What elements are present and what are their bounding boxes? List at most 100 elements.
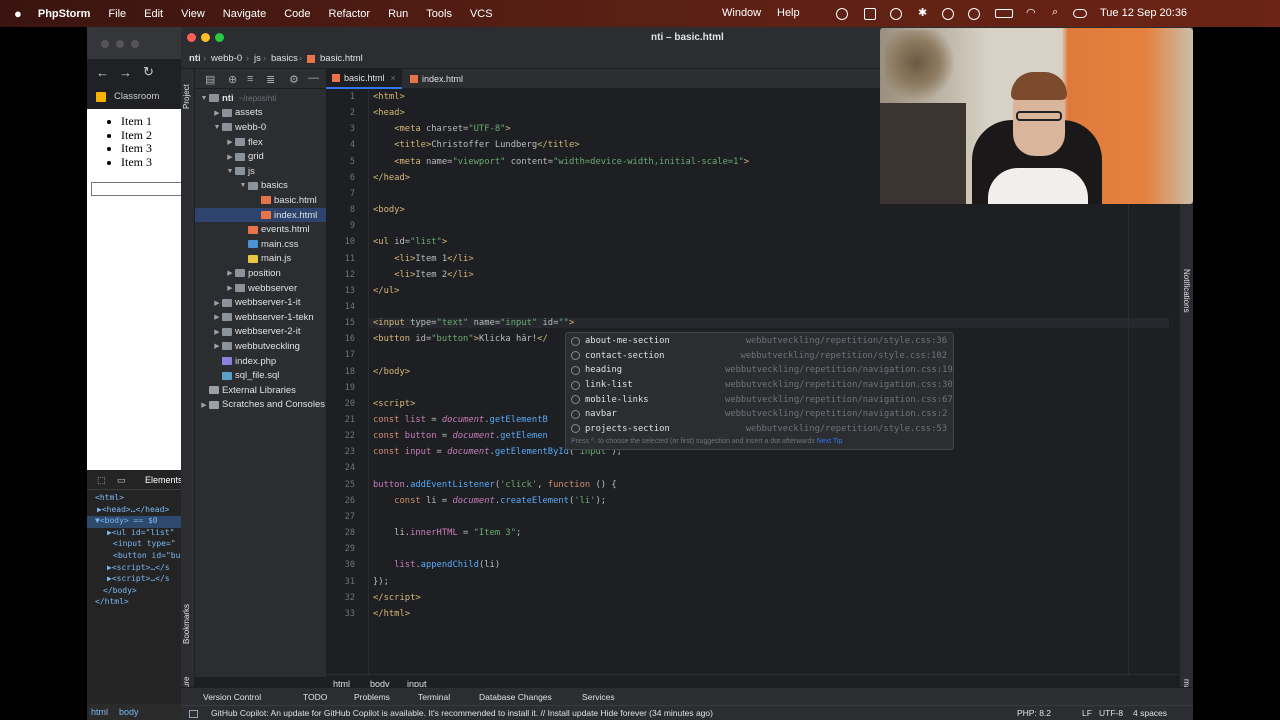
- tree-file[interactable]: main.js: [238, 252, 291, 267]
- battery-icon[interactable]: [995, 9, 1013, 18]
- tree-file[interactable]: basic.html: [251, 193, 317, 208]
- expand-arrow-icon[interactable]: ▶: [212, 342, 222, 350]
- code-line[interactable]: button.addEventListener('click', functio…: [373, 480, 617, 490]
- spotlight-search-icon[interactable]: ⌕: [1052, 6, 1058, 19]
- tree-folder[interactable]: ▶ flex: [225, 135, 263, 150]
- nav-crumb[interactable]: basics: [271, 53, 298, 64]
- autocomplete-item[interactable]: contact-section webbutveckling/repetition…: [566, 349, 953, 364]
- dom-node[interactable]: ▶<ul id="list": [87, 528, 181, 540]
- tree-folder[interactable]: ▶ position: [225, 266, 280, 281]
- tree-folder[interactable]: ▶ grid: [225, 149, 264, 164]
- next-tip-link[interactable]: Next Tip: [817, 438, 843, 445]
- collapse-all-icon[interactable]: ≣: [266, 73, 275, 86]
- status-icon[interactable]: [864, 8, 876, 20]
- code-line[interactable]: <script>: [373, 399, 415, 409]
- database-changes-button[interactable]: Database Changes: [479, 692, 552, 702]
- expand-arrow-icon[interactable]: ▶: [225, 138, 235, 146]
- panel-layout-icon[interactable]: ▤: [205, 73, 215, 86]
- code-line[interactable]: const list = document.getElementB: [373, 415, 548, 425]
- file-encoding[interactable]: UTF-8: [1099, 708, 1123, 718]
- headphones-icon[interactable]: [968, 8, 980, 20]
- hide-icon[interactable]: —: [308, 72, 319, 84]
- code-line[interactable]: <html>: [373, 92, 405, 102]
- menu-refactor[interactable]: Refactor: [329, 8, 371, 20]
- dom-node-selected[interactable]: ▼<body> == $0: [87, 516, 181, 528]
- locate-icon[interactable]: ⊕: [228, 73, 237, 86]
- expand-arrow-icon[interactable]: ▼: [238, 182, 248, 189]
- code-line[interactable]: </html>: [373, 609, 410, 619]
- code-line[interactable]: </head>: [373, 173, 410, 183]
- tree-file[interactable]: ▶ Scratches and Consoles: [199, 398, 325, 413]
- tree-folder[interactable]: ▼ js: [225, 164, 255, 179]
- menu-tools[interactable]: Tools: [426, 8, 452, 20]
- expand-arrow-icon[interactable]: ▼: [212, 124, 222, 131]
- tree-file[interactable]: sql_file.sql: [212, 368, 279, 383]
- code-line[interactable]: <meta name="viewport" content="width=dev…: [373, 157, 749, 167]
- code-line[interactable]: </body>: [373, 367, 410, 377]
- nav-crumb[interactable]: basic.html: [320, 53, 363, 64]
- code-line[interactable]: <button id="button">Klicka här!</: [373, 334, 548, 344]
- play-icon[interactable]: [942, 8, 954, 20]
- terminal-button[interactable]: Terminal: [418, 692, 450, 702]
- minimize-window-icon[interactable]: [201, 33, 210, 42]
- tree-folder[interactable]: ▼ webb-0: [212, 120, 267, 135]
- reload-icon[interactable]: ↻: [143, 64, 154, 80]
- menu-edit[interactable]: Edit: [144, 8, 163, 20]
- menu-vcs[interactable]: VCS: [470, 8, 493, 20]
- rendered-input[interactable]: [91, 182, 181, 196]
- dom-node[interactable]: <button id="bu: [87, 551, 181, 563]
- close-window-icon[interactable]: [187, 33, 196, 42]
- tree-file[interactable]: index.html: [195, 207, 326, 223]
- menu-navigate[interactable]: Navigate: [223, 8, 266, 20]
- code-line[interactable]: <li>Item 1</li>: [373, 254, 473, 264]
- expand-all-icon[interactable]: ≡: [247, 73, 253, 85]
- autocomplete-item[interactable]: projects-section webbutveckling/repetitio…: [566, 422, 953, 437]
- code-line[interactable]: const li = document.createElement('li');: [373, 496, 606, 506]
- device-icon[interactable]: ▭: [117, 475, 126, 486]
- dom-node[interactable]: <html>: [87, 493, 181, 505]
- crumb-html[interactable]: html: [91, 707, 108, 717]
- expand-arrow-icon[interactable]: ▶: [225, 269, 235, 277]
- expand-arrow-icon[interactable]: ▶: [199, 401, 209, 409]
- version-control-button[interactable]: Version Control: [203, 692, 261, 702]
- todo-button[interactable]: TODO: [303, 692, 327, 702]
- nav-crumb[interactable]: nti: [189, 53, 201, 64]
- cloud-icon[interactable]: [890, 8, 902, 20]
- expand-arrow-icon[interactable]: ▶: [225, 284, 235, 292]
- wifi-icon[interactable]: ◠: [1026, 6, 1036, 19]
- apple-icon[interactable]: ●: [14, 6, 22, 21]
- code-line[interactable]: <ul id="list">: [373, 237, 447, 247]
- menu-code[interactable]: Code: [284, 8, 310, 20]
- expand-arrow-icon[interactable]: ▼: [225, 168, 235, 175]
- dom-node[interactable]: </html>: [87, 597, 181, 609]
- nav-crumb[interactable]: js: [254, 53, 261, 64]
- problems-button[interactable]: Problems: [354, 692, 390, 702]
- tree-folder[interactable]: ▶ webbutveckling: [212, 339, 300, 354]
- bookmark-classroom[interactable]: Classroom: [114, 91, 159, 102]
- services-button[interactable]: Services: [582, 692, 615, 702]
- autocomplete-item[interactable]: mobile-links webbutveckling/repetition/na…: [566, 392, 953, 407]
- expand-arrow-icon[interactable]: ▶: [212, 109, 222, 117]
- code-line[interactable]: list.appendChild(li): [373, 560, 500, 570]
- expand-arrow-icon[interactable]: ▶: [212, 313, 222, 321]
- tree-folder[interactable]: ▶ webbserver-1-it: [212, 295, 300, 310]
- zoom-window-icon[interactable]: [215, 33, 224, 42]
- autocomplete-item[interactable]: about-me-section webbutveckling/repetitio…: [566, 334, 953, 349]
- code-line[interactable]: <title>Christoffer Lundberg</title>: [373, 140, 579, 150]
- tree-root[interactable]: ▼ nti ~/repos/nti: [199, 91, 277, 106]
- autocomplete-item[interactable]: heading webbutveckling/repetition/navigat…: [566, 363, 953, 378]
- menubar-clock[interactable]: Tue 12 Sep 20:36: [1100, 7, 1187, 19]
- menu-help[interactable]: Help: [777, 7, 800, 19]
- tab-elements[interactable]: Elements: [145, 475, 181, 485]
- autocomplete-item[interactable]: link-list webbutveckling/repetition/navig…: [566, 378, 953, 393]
- code-line[interactable]: <li>Item 2</li>: [373, 270, 473, 280]
- code-line[interactable]: <input type="text" name="input" id="">: [369, 318, 1169, 329]
- control-center-icon[interactable]: [1073, 9, 1087, 18]
- line-separator[interactable]: LF: [1082, 708, 1092, 718]
- back-icon[interactable]: ←: [96, 65, 109, 80]
- tree-folder[interactable]: ▼ basics: [238, 179, 288, 194]
- inspect-icon[interactable]: ⬚: [97, 475, 106, 486]
- tree-file[interactable]: main.css: [238, 237, 298, 252]
- minimize-icon[interactable]: [116, 40, 124, 48]
- dom-node[interactable]: ▶<script>…</s: [87, 574, 181, 586]
